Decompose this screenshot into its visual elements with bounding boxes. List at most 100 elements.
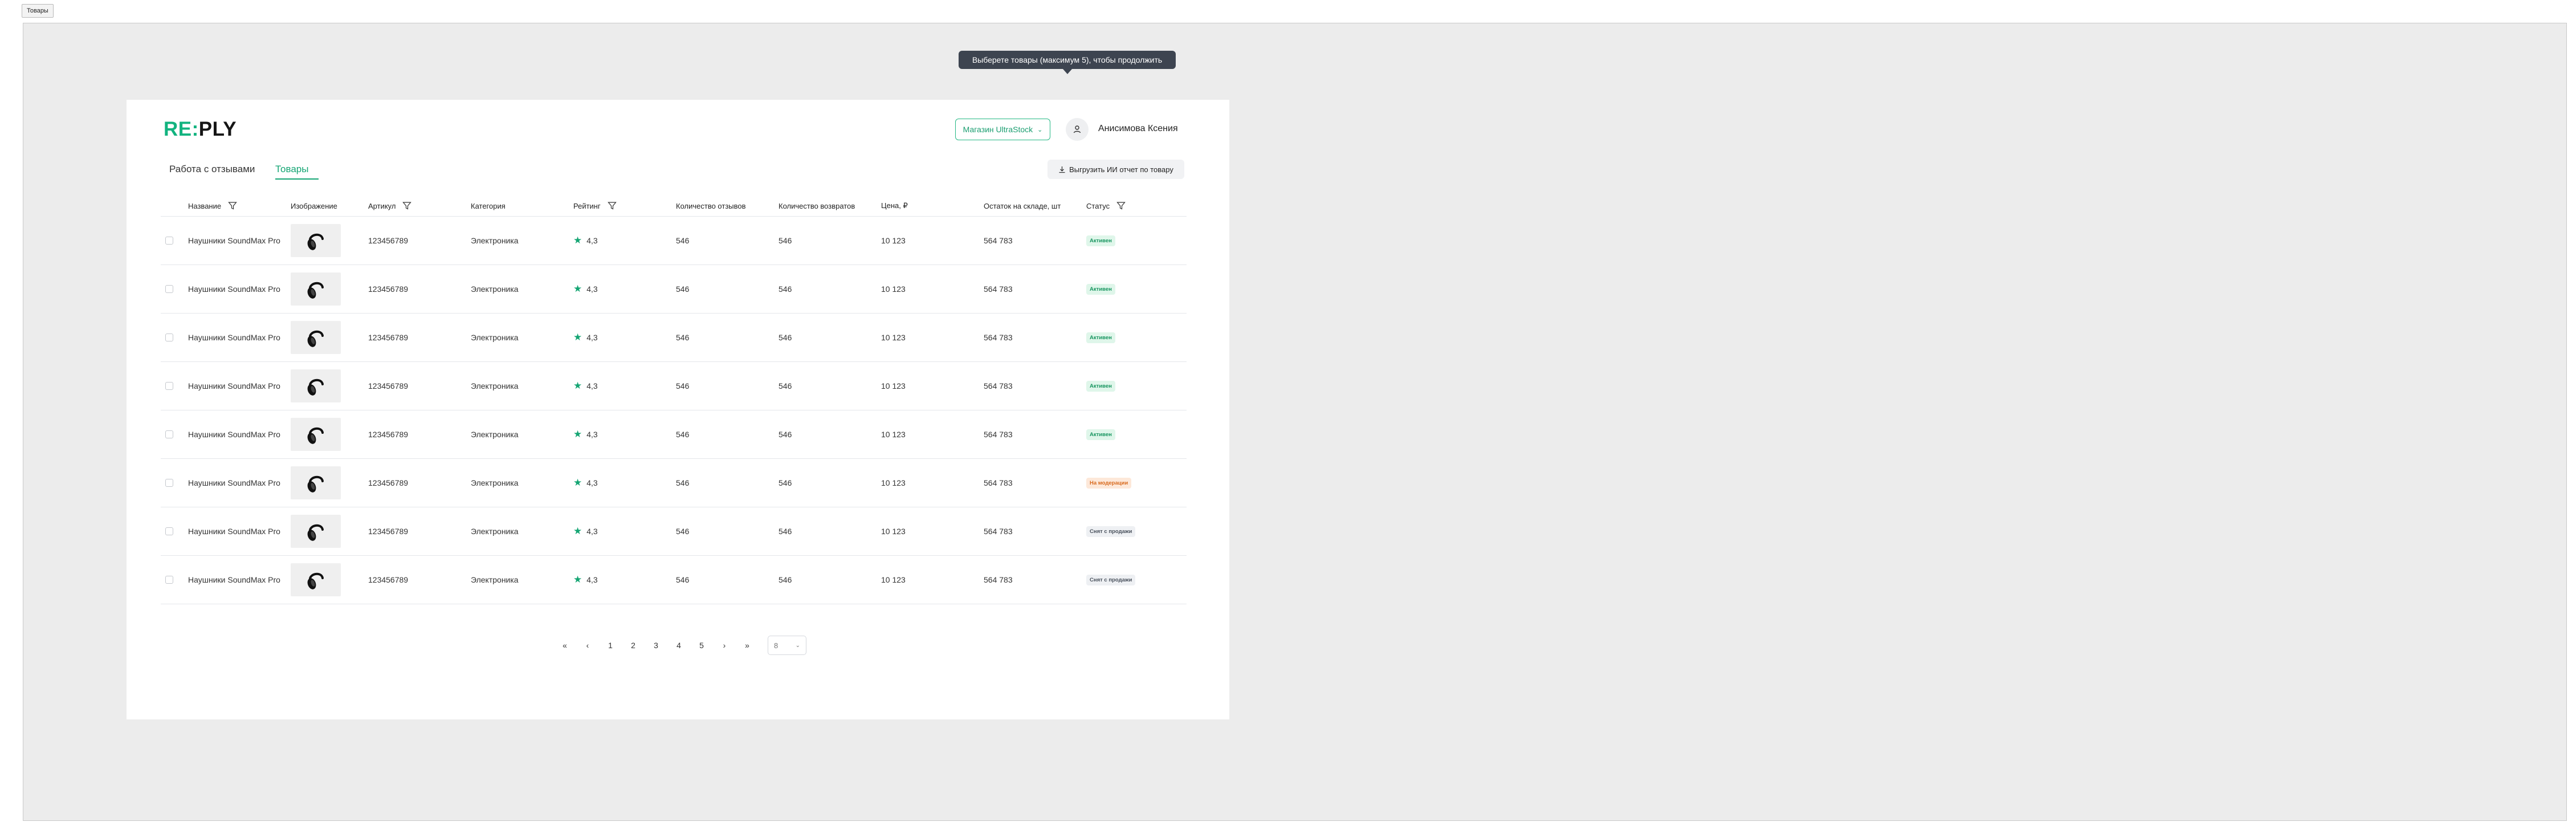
column-header-status: Статус [1086,196,1126,216]
review-count: 546 [676,527,690,536]
page-2-button[interactable]: 2 [625,636,641,655]
export-button-label: Выгрузить ИИ отчет по товару [1069,165,1173,174]
product-name[interactable]: Наушники SoundMax Pro [188,265,280,313]
product-price: 10 123 [881,527,906,536]
stock-count: 564 783 [984,478,1013,487]
star-icon: ★ [573,380,582,391]
product-name[interactable]: Наушники SoundMax Pro [188,410,280,458]
product-name[interactable]: Наушники SoundMax Pro [188,314,280,361]
page-size-select[interactable]: 8 ⌄ [768,636,806,655]
column-header-image: Изображение [291,196,337,216]
table-row[interactable]: Наушники SoundMax Pro 123456789 Электроник… [161,556,1187,604]
product-price: 10 123 [881,333,906,342]
export-ai-report-button[interactable]: Выгрузить ИИ отчет по товару [1047,160,1184,179]
product-name[interactable]: Наушники SoundMax Pro [188,217,280,265]
page-4-button[interactable]: 4 [671,636,687,655]
headphones-icon [307,572,324,589]
row-checkbox[interactable] [165,237,173,245]
status-badge: Снят с продажи [1086,526,1136,537]
row-checkbox[interactable] [165,333,173,341]
product-thumbnail [291,515,341,548]
products-table: Название Изображение Артикул Категория Р… [161,196,1187,604]
product-sku: 123456789 [368,575,409,584]
prev-page-button[interactable]: ‹ [580,636,596,655]
table-header: Название Изображение Артикул Категория Р… [161,196,1187,217]
user-name[interactable]: Анисимова Ксения [1098,124,1178,134]
table-row[interactable]: Наушники SoundMax Pro 123456789 Электроник… [161,410,1187,459]
status-badge: Активен [1086,380,1115,392]
product-rating: ★ 4,3 [573,217,598,265]
page-3-button[interactable]: 3 [648,636,664,655]
filter-icon[interactable] [228,201,237,210]
product-image [291,314,341,361]
status-badge: Снят с продажи [1086,574,1136,585]
star-icon: ★ [573,332,582,343]
row-checkbox-cell [165,217,173,265]
filter-icon[interactable] [607,201,617,210]
first-page-button[interactable]: « [557,636,573,655]
row-checkbox[interactable] [165,285,173,293]
store-select[interactable]: Магазин UltraStock ⌄ [955,119,1050,140]
product-sku: 123456789 [368,478,409,487]
review-count: 546 [676,236,690,245]
review-count: 546 [676,478,690,487]
stock-count: 564 783 [984,527,1013,536]
next-page-button[interactable]: › [716,636,732,655]
product-price: 10 123 [881,381,906,390]
row-checkbox[interactable] [165,430,173,438]
product-name[interactable]: Наушники SoundMax Pro [188,556,280,604]
logo[interactable]: RE:PLY [164,118,237,141]
row-checkbox[interactable] [165,576,173,584]
row-checkbox[interactable] [165,479,173,487]
product-category: Электроника [471,478,519,487]
table-row[interactable]: Наушники SoundMax Pro 123456789 Электроник… [161,217,1187,265]
page-1-button[interactable]: 1 [602,636,618,655]
top-tab-products[interactable]: Товары [22,4,54,18]
row-checkbox-cell [165,410,173,458]
table-body: Наушники SoundMax Pro 123456789 Электроник… [161,217,1187,604]
row-checkbox-cell [165,556,173,604]
table-row[interactable]: Наушники SoundMax Pro 123456789 Электроник… [161,314,1187,362]
product-price: 10 123 [881,430,906,439]
rating-value: 4,3 [586,430,598,439]
product-image [291,507,341,555]
product-name[interactable]: Наушники SoundMax Pro [188,459,280,507]
last-page-button[interactable]: » [739,636,755,655]
product-thumbnail [291,563,341,596]
user-icon [1073,125,1081,133]
product-rating: ★ 4,3 [573,314,598,361]
product-thumbnail [291,466,341,499]
status-cell: Активен [1086,362,1115,410]
product-thumbnail [291,224,341,257]
filter-icon[interactable] [1116,201,1126,210]
headphones-icon [307,475,324,493]
status-cell: Активен [1086,410,1115,458]
column-header-label: Статус [1086,201,1110,210]
filter-icon[interactable] [402,201,412,210]
page-5-button[interactable]: 5 [694,636,710,655]
product-sku: 123456789 [368,430,409,439]
status-badge: На модерации [1086,477,1132,489]
product-category: Электроника [471,430,519,439]
product-name[interactable]: Наушники SoundMax Pro [188,507,280,555]
table-row[interactable]: Наушники SoundMax Pro 123456789 Электроник… [161,459,1187,507]
return-count: 546 [778,381,792,390]
product-sku: 123456789 [368,284,409,294]
row-checkbox-cell [165,362,173,410]
stock-count: 564 783 [984,381,1013,390]
product-name[interactable]: Наушники SoundMax Pro [188,362,280,410]
user-avatar[interactable] [1066,118,1089,141]
table-row[interactable]: Наушники SoundMax Pro 123456789 Электроник… [161,265,1187,314]
table-row[interactable]: Наушники SoundMax Pro 123456789 Электроник… [161,362,1187,410]
row-checkbox[interactable] [165,382,173,390]
store-select-label: Магазин UltraStock [963,125,1033,134]
status-cell: Активен [1086,217,1115,265]
product-thumbnail [291,321,341,354]
row-checkbox[interactable] [165,527,173,535]
column-header-category: Категория [471,196,506,216]
tab-reviews[interactable]: Работа с отзывами [169,164,255,175]
product-price: 10 123 [881,575,906,584]
table-row[interactable]: Наушники SoundMax Pro 123456789 Электроник… [161,507,1187,556]
tab-products[interactable]: Товары [275,164,308,175]
product-price: 10 123 [881,284,906,294]
